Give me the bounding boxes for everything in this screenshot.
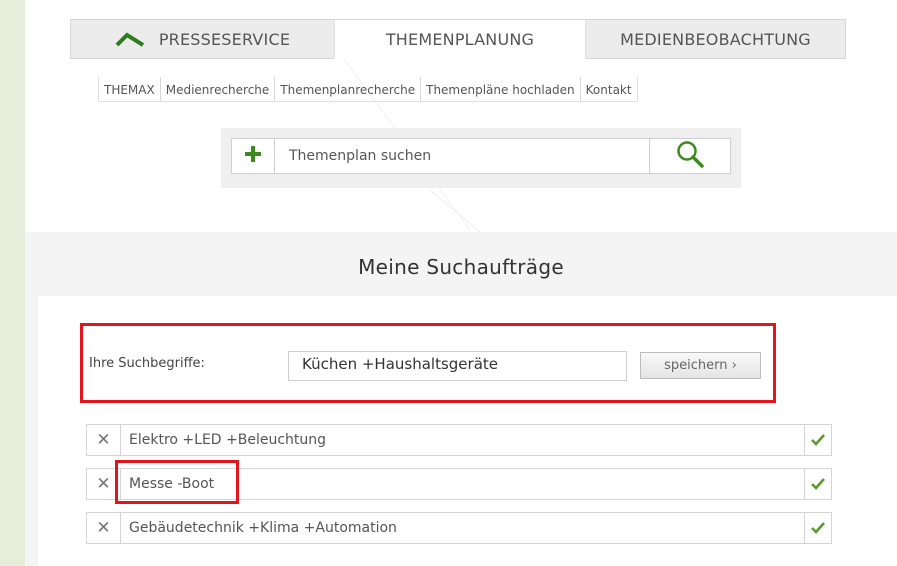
confirm-button[interactable]	[804, 425, 831, 455]
check-icon	[811, 431, 825, 450]
tab-themenplanung[interactable]: THEMENPLANUNG	[334, 19, 586, 59]
magnifier-icon	[676, 140, 704, 172]
subnav-item-medienrecherche[interactable]: Medienrecherche	[159, 77, 275, 101]
list-item: ✕ Gebäudetechnik +Klima +Automation	[86, 512, 832, 544]
main-tabs: PRESSESERVICE THEMENPLANUNG MEDIENBEOBAC…	[70, 19, 846, 59]
sub-navigation: THEMAX Medienrecherche Themenplanrecherc…	[98, 77, 638, 102]
tab-label: THEMENPLANUNG	[385, 29, 535, 49]
tab-medienbeobachtung[interactable]: MEDIENBEOBACHTUNG	[586, 19, 846, 59]
subnav-item-themenplaene-hochladen[interactable]: Themenpläne hochladen	[420, 77, 580, 101]
confirm-button[interactable]	[804, 513, 831, 543]
add-button[interactable]	[232, 139, 275, 173]
check-icon	[811, 519, 825, 538]
subnav-item-themenplanrecherche[interactable]: Themenplanrecherche	[274, 77, 420, 101]
search-terms-input[interactable]: Küchen +Haushaltsgeräte	[288, 351, 627, 381]
search-button[interactable]	[649, 139, 730, 173]
highlight-frame	[115, 460, 239, 504]
roof-logo-icon	[115, 31, 145, 47]
search-field-group	[231, 138, 731, 174]
search-term-text: Gebäudetechnik +Klima +Automation	[129, 520, 397, 536]
tab-label: MEDIENBEOBACHTUNG	[620, 29, 811, 49]
plus-icon	[244, 145, 262, 167]
search-terms-label: Ihre Suchbegriffe:	[89, 356, 205, 371]
subnav-item-kontakt[interactable]: Kontakt	[579, 77, 637, 101]
tab-presseservice[interactable]: PRESSESERVICE	[70, 19, 334, 59]
list-item: ✕ Elektro +LED +Beleuchtung	[86, 424, 832, 456]
confirm-button[interactable]	[804, 469, 831, 499]
search-input[interactable]	[275, 139, 649, 173]
page-title: Meine Suchaufträge	[358, 255, 564, 279]
remove-button[interactable]: ✕	[87, 513, 121, 543]
save-button[interactable]: speichern ›	[640, 352, 761, 379]
search-bar	[221, 128, 741, 188]
remove-button[interactable]: ✕	[87, 425, 121, 455]
search-term-text: Elektro +LED +Beleuchtung	[129, 432, 327, 448]
subnav-item-themax[interactable]: THEMAX	[99, 77, 160, 101]
tab-label: PRESSESERVICE	[158, 29, 291, 49]
check-icon	[811, 475, 825, 494]
